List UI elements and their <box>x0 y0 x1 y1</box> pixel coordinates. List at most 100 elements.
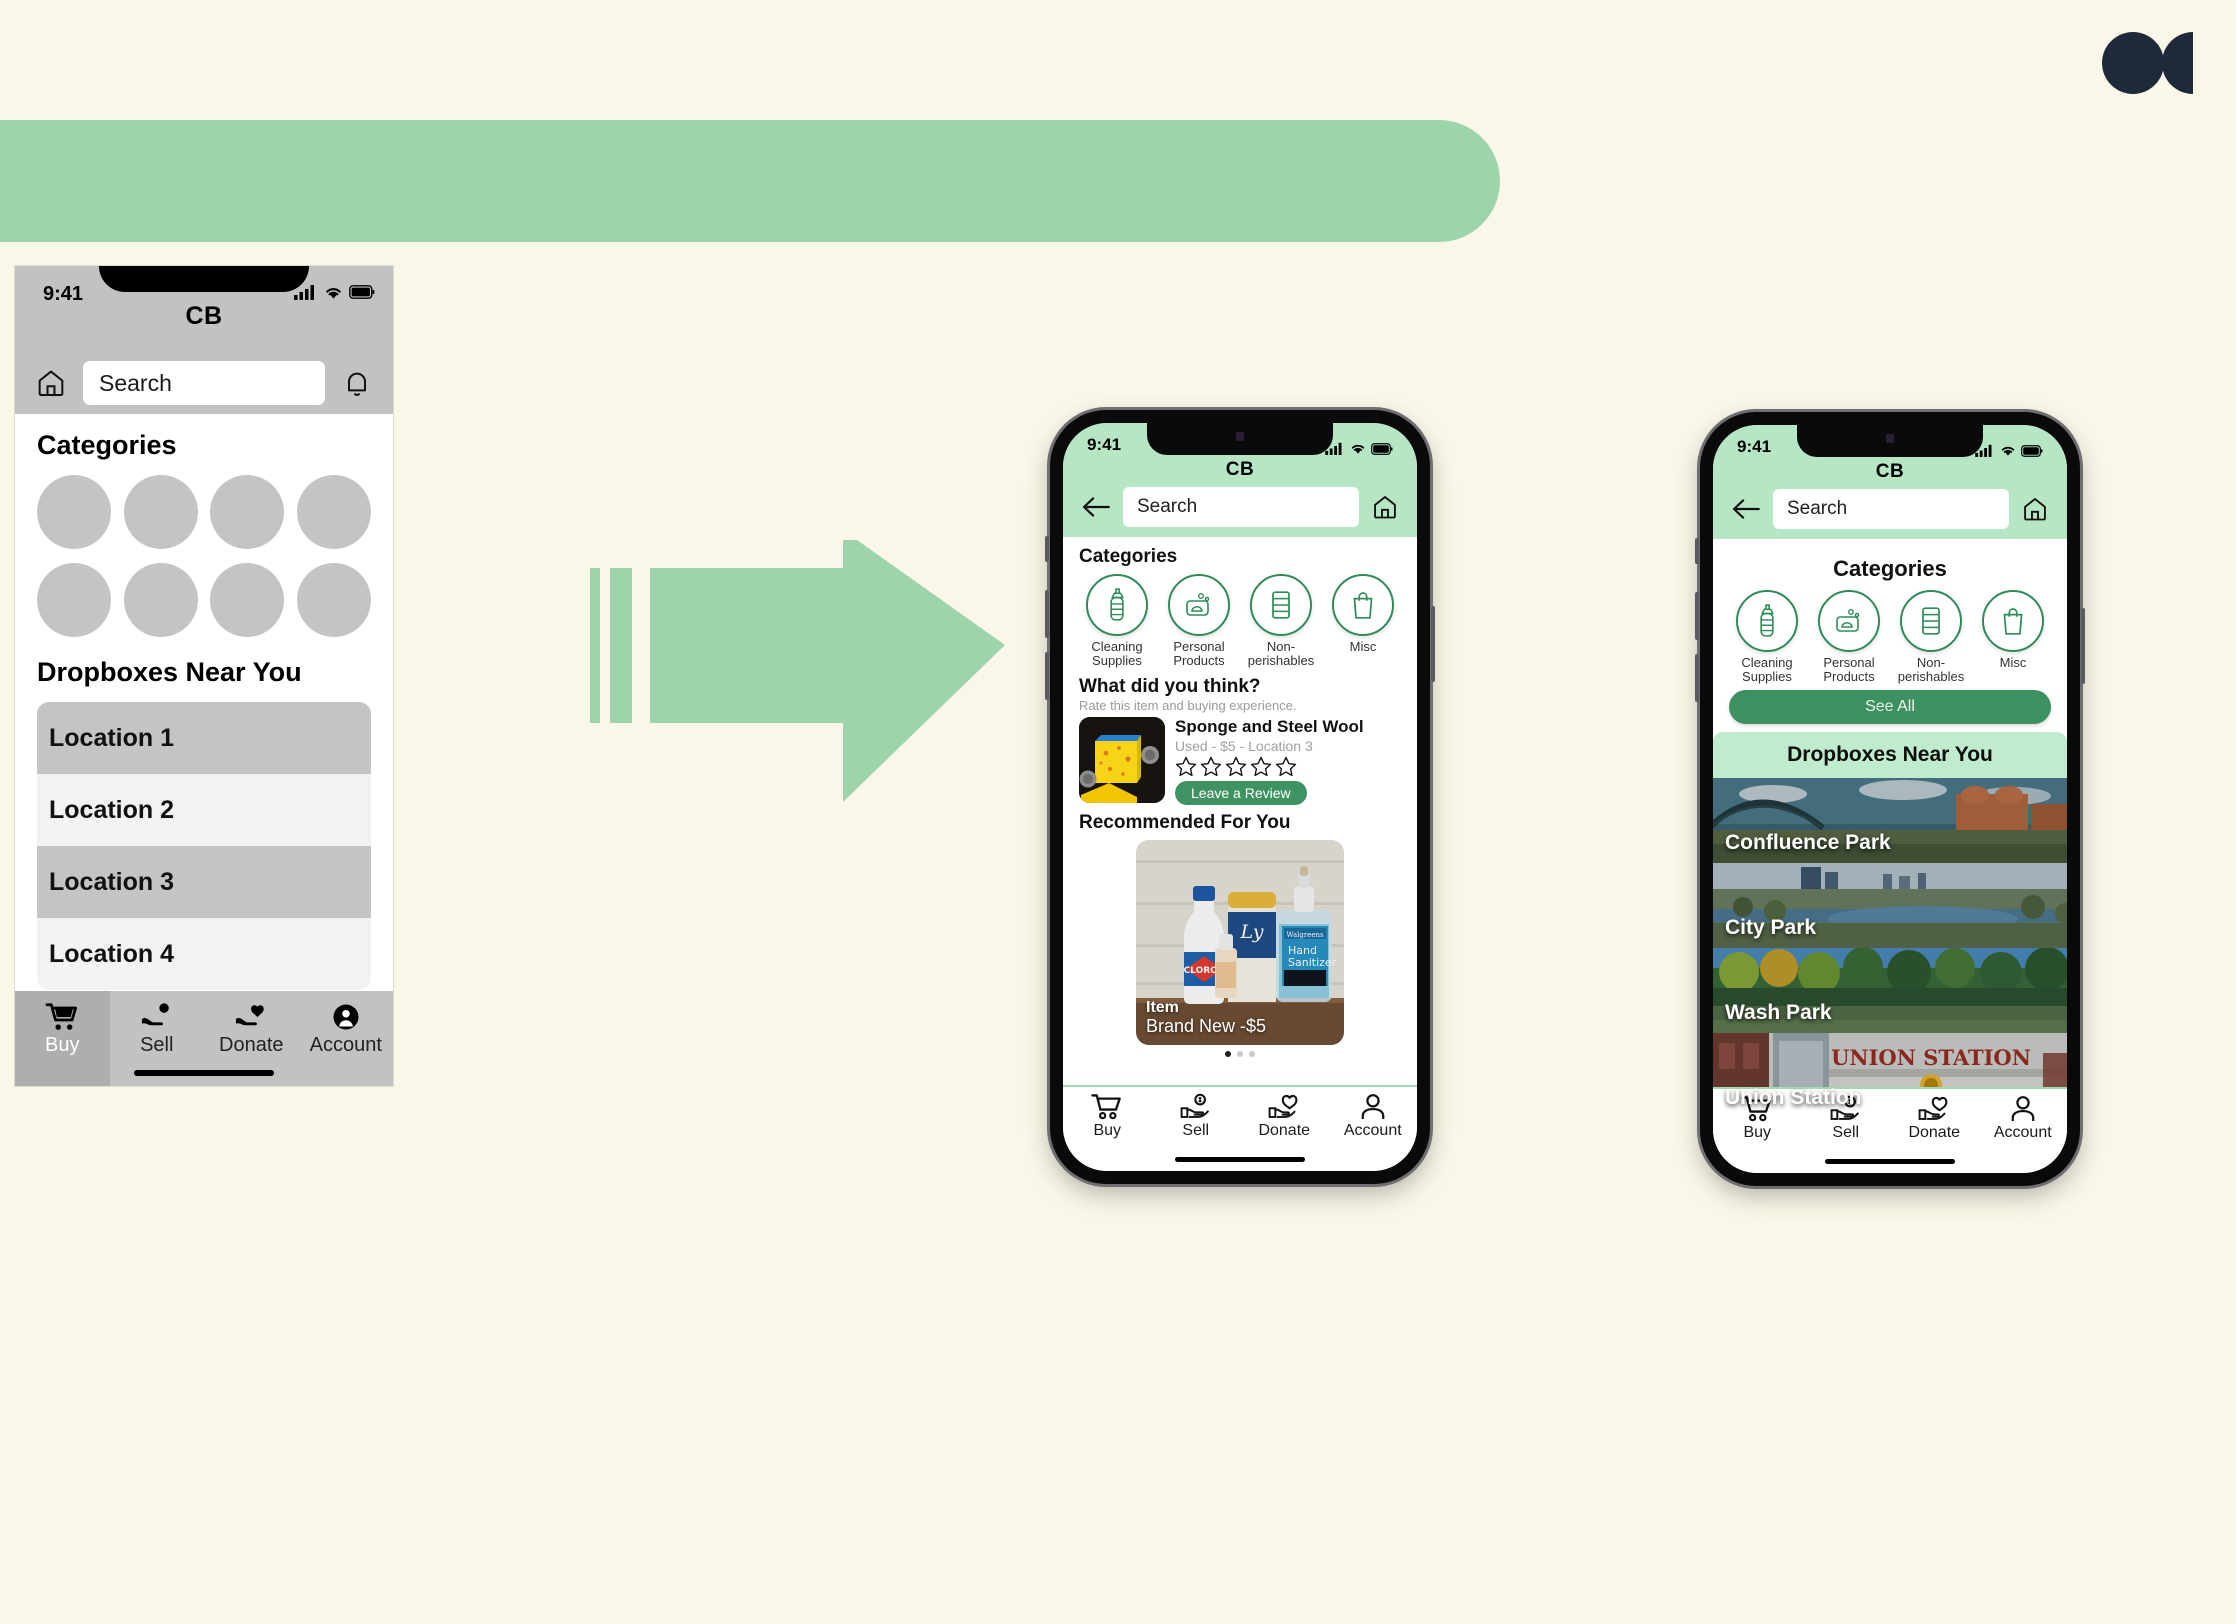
category-placeholder[interactable] <box>296 563 371 637</box>
tab-account[interactable]: Account <box>1329 1093 1418 1171</box>
volume-up-button[interactable] <box>1695 592 1699 640</box>
tab-bar: Buy Sell Donate Account <box>1063 1085 1417 1171</box>
battery-icon <box>1371 442 1393 455</box>
category-placeholder[interactable] <box>210 475 284 549</box>
category-placeholder[interactable] <box>296 475 371 549</box>
category-label: Cleaning Supplies <box>1741 655 1793 685</box>
review-card: Sponge and Steel Wool Used - $5 - Locati… <box>1079 717 1401 805</box>
status-icons <box>1975 444 2043 457</box>
category-circle <box>1332 574 1394 636</box>
notification-bell-icon[interactable] <box>341 367 373 399</box>
category-circle <box>1250 574 1312 636</box>
tab-buy[interactable]: Buy <box>15 991 110 1086</box>
star-icon[interactable] <box>1175 756 1197 777</box>
recommended-card[interactable]: Ly CLOROX <box>1136 839 1344 1045</box>
power-button[interactable] <box>1431 606 1435 682</box>
star-rating[interactable] <box>1175 756 1401 777</box>
hand-heart-icon <box>1918 1096 1948 1120</box>
list-item[interactable]: Location 4 <box>37 918 371 990</box>
search-input[interactable]: Search <box>83 361 325 405</box>
middle-phone-screen: 9:41 CB Search Categories Cleaning Suppl… <box>1063 423 1417 1171</box>
wifi-icon <box>2001 446 2015 456</box>
star-icon[interactable] <box>1225 756 1247 777</box>
review-item-title: Sponge and Steel Wool <box>1175 717 1364 737</box>
category-placeholder[interactable] <box>210 563 284 637</box>
category-circle <box>1086 574 1148 636</box>
shopping-cart-icon <box>45 1003 78 1030</box>
carousel-dot[interactable] <box>1237 1050 1243 1057</box>
silent-switch[interactable] <box>1045 536 1049 562</box>
sponge-steel-wool-photo <box>1079 717 1165 804</box>
category-placeholder[interactable] <box>123 475 198 549</box>
star-icon[interactable] <box>1200 756 1222 777</box>
star-icon[interactable] <box>1275 756 1297 777</box>
category-non-perishables[interactable]: Non-perishables <box>1893 590 1969 684</box>
review-item-meta: Used - $5 - Location 3 <box>1175 737 1313 754</box>
carousel-dot[interactable] <box>1249 1050 1255 1057</box>
category-misc[interactable]: Misc <box>1325 574 1401 668</box>
list-item[interactable]: Wash Park <box>1713 948 2067 1034</box>
categories-heading: Categories <box>1079 546 1178 567</box>
tab-buy[interactable]: Buy <box>1063 1093 1152 1171</box>
dropbox-list: Location 1 Location 2 Location 3 Locatio… <box>37 702 371 990</box>
carousel-dots[interactable] <box>1079 1050 1401 1057</box>
category-label: Non-perishables <box>1247 639 1315 669</box>
home-indicator <box>1825 1159 1955 1164</box>
list-item[interactable]: Location 3 <box>37 846 371 918</box>
list-item[interactable]: Confluence Park <box>1713 778 2067 864</box>
list-item[interactable]: Location 2 <box>37 774 371 846</box>
tab-label: Sell <box>1182 1122 1210 1139</box>
cellular-signal-icon <box>294 285 314 300</box>
category-placeholder[interactable] <box>37 475 111 549</box>
category-cleaning-supplies[interactable]: Cleaning Supplies <box>1729 590 1805 684</box>
soap-bar-icon <box>1186 593 1210 616</box>
recommended-card-subtitle: Brand New -$5 <box>1146 1015 1267 1036</box>
tab-account[interactable]: Account <box>299 991 394 1086</box>
leave-review-button[interactable]: Leave a Review <box>1175 780 1307 805</box>
tab-label: Buy <box>45 1034 80 1056</box>
carousel-dot[interactable] <box>1225 1050 1231 1057</box>
status-time: 9:41 <box>1087 435 1122 454</box>
home-icon[interactable] <box>2021 495 2049 523</box>
category-cleaning-supplies[interactable]: Cleaning Supplies <box>1079 574 1155 668</box>
tab-label: Donate <box>219 1034 284 1056</box>
notch <box>99 266 309 292</box>
hand-money-icon <box>141 1003 169 1026</box>
dropbox-label: City Park <box>1725 916 1817 940</box>
star-icon[interactable] <box>1250 756 1272 777</box>
category-personal-products[interactable]: Personal Products <box>1811 590 1887 684</box>
dropbox-list: Confluence Park City Park Wash Park Unio… <box>1713 778 2067 1119</box>
spray-bottle-icon <box>1760 604 1774 637</box>
category-non-perishables[interactable]: Non-perishables <box>1243 574 1319 668</box>
category-personal-products[interactable]: Personal Products <box>1161 574 1237 668</box>
power-button[interactable] <box>2081 608 2085 684</box>
search-input[interactable]: Search <box>1773 489 2009 529</box>
recommended-overlay: Item Brand New -$5 <box>1146 999 1267 1037</box>
front-camera-icon <box>1236 432 1244 441</box>
see-all-button[interactable]: See All <box>1729 690 2051 725</box>
transition-arrow <box>590 530 1040 820</box>
category-row: Cleaning Supplies Personal Products Non-… <box>1729 590 2051 684</box>
search-input[interactable]: Search <box>1123 487 1359 527</box>
tab-account[interactable]: Account <box>1979 1095 2068 1173</box>
back-arrow-icon[interactable] <box>1731 496 1761 522</box>
silent-switch[interactable] <box>1695 538 1699 564</box>
category-placeholder[interactable] <box>37 563 111 637</box>
category-circle <box>1982 590 2044 652</box>
app-title: CB <box>1875 461 1905 482</box>
back-arrow-icon[interactable] <box>1081 494 1111 520</box>
wifi-icon <box>1351 444 1365 454</box>
app-title: CB <box>185 302 223 330</box>
volume-down-button[interactable] <box>1695 654 1699 702</box>
list-item[interactable]: City Park <box>1713 863 2067 949</box>
tab-label: Account <box>1993 1124 2052 1141</box>
category-misc[interactable]: Misc <box>1975 590 2051 684</box>
slide-canvas: 9:41 CB Search Categories Dropboxes Near… <box>0 0 2236 1624</box>
volume-up-button[interactable] <box>1045 590 1049 638</box>
home-icon[interactable] <box>35 367 67 399</box>
home-icon[interactable] <box>1371 493 1399 521</box>
list-item[interactable]: Location 1 <box>37 702 371 774</box>
volume-down-button[interactable] <box>1045 652 1049 700</box>
battery-icon <box>2021 444 2043 457</box>
category-placeholder[interactable] <box>123 563 198 637</box>
